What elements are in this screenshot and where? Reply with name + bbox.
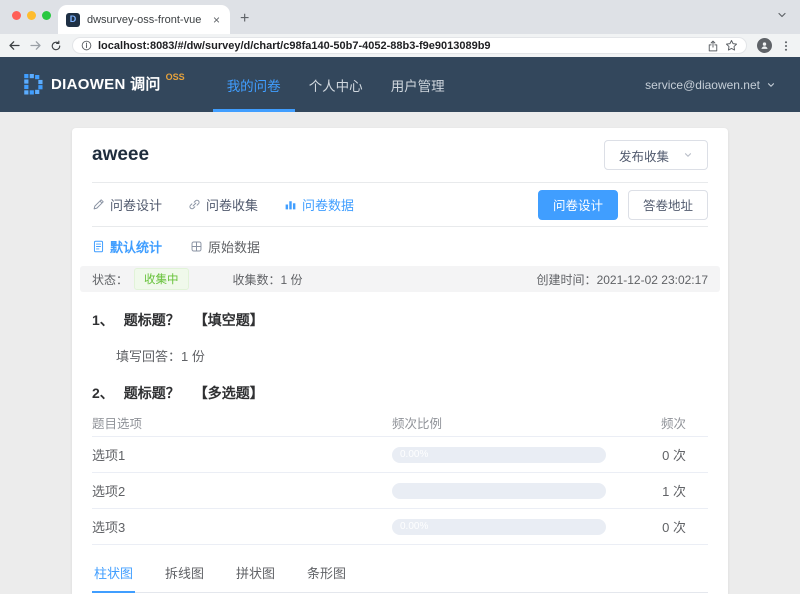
tab-survey-collect[interactable]: 问卷收集 (188, 195, 258, 214)
chart-type-tabs: 柱状图 拆线图 拼状图 条形图 (92, 559, 708, 593)
publish-collect-button[interactable]: 发布收集 (603, 140, 708, 170)
tab-close-icon[interactable]: × (211, 13, 222, 27)
diaowen-logo-icon (24, 73, 43, 95)
subtab-default-stats[interactable]: 默认统计 (92, 237, 162, 256)
created-time: 创建时间：2021-12-02 23:02:17 (536, 272, 708, 287)
survey-title: aweee (92, 144, 150, 165)
refresh-icon[interactable] (50, 40, 62, 52)
forward-icon[interactable] (29, 39, 42, 52)
tab-survey-data[interactable]: 问卷数据 (284, 195, 354, 214)
collect-count: 收集数：1 份 (232, 272, 303, 287)
window-minimize-button[interactable] (27, 11, 36, 20)
chevron-down-icon (684, 153, 692, 157)
menu-item-user-management[interactable]: 用户管理 (377, 57, 459, 112)
status-badge: 收集中 (134, 268, 189, 290)
status-bar: 状态： 收集中 收集数：1 份 创建时间：2021-12-02 23:02:17 (80, 266, 720, 292)
page-info-icon[interactable] (81, 40, 92, 51)
percent-label: 100.00% (344, 484, 384, 496)
chart-tab-pie[interactable]: 拼状图 (234, 559, 277, 592)
subtab-raw-data[interactable]: 原始数据 (190, 237, 260, 256)
menu-item-my-surveys[interactable]: 我的问卷 (212, 57, 295, 112)
table-row: 选项2 100.00% 1 次 (92, 473, 708, 509)
survey-card: aweee 发布收集 问卷设计 问卷收集 问卷数据 问卷设计 答卷地址 默认统计… (72, 128, 728, 594)
tab-search-chevron-icon[interactable] (776, 9, 788, 21)
browser-window: D dwsurvey-oss-front-vue × + localhost:8… (0, 0, 800, 594)
survey-tabs-row: 问卷设计 问卷收集 问卷数据 问卷设计 答卷地址 (92, 183, 708, 227)
bar-chart-icon (285, 201, 296, 210)
count-value: 0 次 (662, 448, 686, 463)
progress-bar: 0.00% (392, 518, 606, 535)
menu-item-personal-center[interactable]: 个人中心 (295, 57, 377, 112)
url-text: localhost:8083/#/dw/survey/d/chart/c98fa… (98, 39, 491, 52)
profile-avatar[interactable] (757, 38, 772, 53)
window-close-button[interactable] (12, 11, 21, 20)
account-email: service@diaowen.net (645, 77, 760, 92)
chart-tab-column[interactable]: 柱状图 (92, 559, 136, 593)
chart-tab-bar[interactable]: 条形图 (305, 559, 348, 592)
table-row: 选项3 0.00% 0 次 (92, 509, 708, 545)
brand[interactable]: DIAOWEN 调问 OSS (24, 71, 185, 96)
share-icon[interactable] (707, 40, 719, 52)
option-label: 选项3 (92, 520, 126, 535)
options-table: 题目选项 频次比例 频次 选项1 0.00% 0 次 选项2 100.00% 1… (92, 409, 708, 545)
app-navbar: DIAOWEN 调问 OSS 我的问卷 个人中心 用户管理 service@di… (0, 57, 800, 112)
browser-tabstrip: D dwsurvey-oss-front-vue × + (0, 0, 800, 34)
window-zoom-button[interactable] (42, 11, 51, 20)
tab-title: dwsurvey-oss-front-vue (87, 13, 202, 26)
card-header: aweee 发布收集 (92, 128, 708, 183)
new-tab-button[interactable]: + (240, 8, 249, 30)
tab-survey-design[interactable]: 问卷设计 (92, 195, 162, 214)
main-menu: 我的问卷 个人中心 用户管理 (212, 57, 459, 112)
data-grid-icon (191, 241, 202, 251)
link-icon (189, 199, 200, 210)
status-label: 状态： (92, 272, 129, 287)
bookmark-star-icon[interactable] (725, 39, 738, 52)
pencil-icon (93, 199, 104, 210)
tabs-actions: 问卷设计 答卷地址 (537, 189, 708, 220)
count-value: 0 次 (662, 520, 686, 535)
options-table-header: 题目选项 频次比例 频次 (92, 409, 708, 437)
chevron-down-icon (767, 82, 775, 87)
site-favicon: D (66, 12, 80, 27)
browser-tab[interactable]: D dwsurvey-oss-front-vue × (58, 5, 230, 34)
question-1-answer-count: 填写回答：1 份 (116, 349, 205, 364)
count-value: 1 次 (662, 484, 686, 499)
table-row: 选项1 0.00% 0 次 (92, 437, 708, 473)
survey-design-button[interactable]: 问卷设计 (537, 189, 618, 220)
progress-bar: 100.00% (345, 482, 606, 499)
data-subtabs-row: 默认统计 原始数据 (92, 227, 708, 261)
back-icon[interactable] (8, 39, 21, 52)
brand-oss-badge: OSS (165, 71, 185, 82)
account-dropdown[interactable]: service@diaowen.net (645, 78, 776, 92)
url-bar[interactable]: localhost:8083/#/dw/survey/d/chart/c98fa… (72, 37, 747, 54)
option-label: 选项1 (92, 448, 126, 463)
brand-name: DIAOWEN 调问 (51, 75, 161, 93)
browser-menu-kebab-icon[interactable] (780, 40, 792, 52)
question-2-title: 2、 题标题？ 【多选题】 (92, 385, 264, 401)
document-icon (93, 240, 104, 252)
percent-label: 0.00% (400, 448, 429, 460)
chart-tab-line[interactable]: 拆线图 (163, 559, 206, 592)
browser-toolbar: localhost:8083/#/dw/survey/d/chart/c98fa… (0, 34, 800, 57)
percent-label: 0.00% (400, 520, 429, 532)
question-1-title: 1、 题标题？ 【填空题】 (92, 312, 264, 328)
answer-url-button[interactable]: 答卷地址 (627, 189, 708, 220)
page-body: aweee 发布收集 问卷设计 问卷收集 问卷数据 问卷设计 答卷地址 默认统计… (0, 112, 800, 594)
progress-bar: 0.00% (392, 446, 606, 463)
